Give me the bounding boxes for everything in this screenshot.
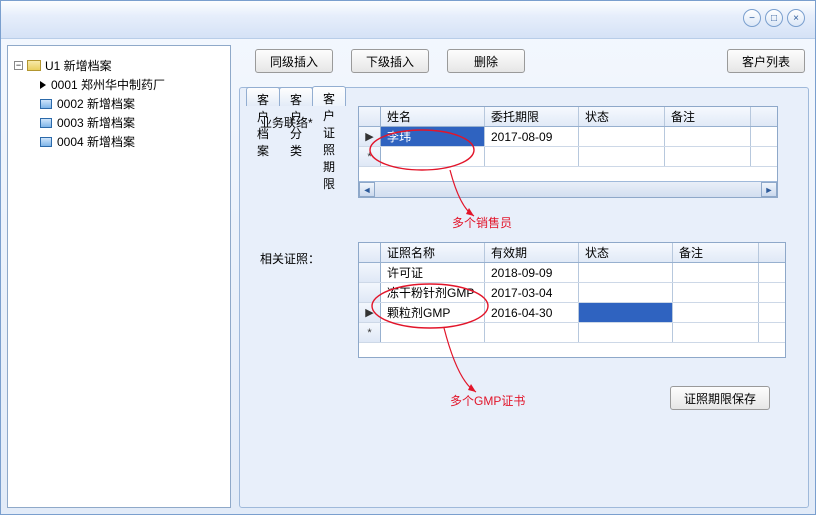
toolbar: 同级插入 下级插入 删除 客户列表: [239, 45, 809, 83]
insert-child-level-button[interactable]: 下级插入: [351, 49, 429, 73]
cell[interactable]: 2017-03-04: [485, 283, 579, 302]
insert-same-level-button[interactable]: 同级插入: [255, 49, 333, 73]
table-row[interactable]: ▶颗粒剂GMP2016-04-30: [359, 303, 785, 323]
delete-button[interactable]: 删除: [447, 49, 525, 73]
contacts-grid[interactable]: 姓名 委托期限 状态 备注 ▶ 李玮 2017-08-09: [358, 106, 778, 198]
certs-grid[interactable]: 证照名称 有效期 状态 备注 许可证2018-09-09冻干粉针剂GMP2017…: [358, 242, 786, 358]
new-row-icon: *: [359, 323, 381, 342]
cell[interactable]: [673, 263, 759, 282]
tree-node[interactable]: 0002 新增档案: [40, 94, 224, 113]
row-indicator-icon: ▶: [359, 303, 381, 322]
table-row-new[interactable]: *: [359, 147, 777, 167]
cell[interactable]: [673, 303, 759, 322]
node-icon: [40, 137, 52, 147]
cell[interactable]: [673, 283, 759, 302]
tree-node[interactable]: 0001 郑州华中制药厂: [40, 75, 224, 94]
node-icon: [40, 99, 52, 109]
tab-container: 客户档案 客户分类 客户证照期限 业务联络* 姓名 委托期限 状态: [239, 87, 809, 508]
node-icon: [40, 118, 52, 128]
tree-node-label: 0004 新增档案: [57, 133, 135, 150]
tree-node[interactable]: 0004 新增档案: [40, 132, 224, 151]
cell[interactable]: [579, 303, 673, 322]
tree-root-label: U1 新增档案: [45, 57, 112, 74]
col-cert-status[interactable]: 状态: [579, 243, 673, 262]
content-panel: 同级插入 下级插入 删除 客户列表 客户档案 客户分类 客户证照期限 业务联络*: [239, 45, 809, 508]
col-status[interactable]: 状态: [579, 107, 665, 126]
collapse-icon[interactable]: −: [14, 61, 23, 70]
col-cert-name[interactable]: 证照名称: [381, 243, 485, 262]
cell[interactable]: [579, 283, 673, 302]
grid-corner: [359, 107, 381, 126]
row-indicator-icon: [359, 263, 381, 282]
scroll-left-icon[interactable]: ◄: [359, 182, 375, 197]
cell-remark[interactable]: [665, 127, 751, 146]
app-window: − □ × − U1 新增档案 0001 郑州华中制药厂 0002 新增档案 000…: [0, 0, 816, 515]
cell[interactable]: 2016-04-30: [485, 303, 579, 322]
new-row-icon: *: [359, 147, 381, 166]
tree-root[interactable]: − U1 新增档案: [14, 56, 224, 75]
minimize-button[interactable]: −: [743, 9, 761, 27]
callout-gmp: 多个GMP证书: [450, 392, 525, 409]
cell[interactable]: [579, 263, 673, 282]
folder-icon: [27, 60, 41, 71]
arrow-icon: [40, 81, 46, 89]
cell-name[interactable]: 李玮: [381, 127, 485, 146]
cell[interactable]: 颗粒剂GMP: [381, 303, 485, 322]
cell-date[interactable]: 2017-08-09: [485, 127, 579, 146]
close-button[interactable]: ×: [787, 9, 805, 27]
tree-panel: − U1 新增档案 0001 郑州华中制药厂 0002 新增档案 0003 新增档案…: [7, 45, 231, 508]
table-row[interactable]: ▶ 李玮 2017-08-09: [359, 127, 777, 147]
grid-corner: [359, 243, 381, 262]
col-remark[interactable]: 备注: [665, 107, 751, 126]
table-row[interactable]: 许可证2018-09-09: [359, 263, 785, 283]
table-row[interactable]: 冻干粉针剂GMP2017-03-04: [359, 283, 785, 303]
contacts-label: 业务联络*: [260, 114, 313, 131]
row-indicator-icon: ▶: [359, 127, 381, 146]
cell[interactable]: 许可证: [381, 263, 485, 282]
client-list-button[interactable]: 客户列表: [727, 49, 805, 73]
col-delegate-period[interactable]: 委托期限: [485, 107, 579, 126]
save-cert-period-button[interactable]: 证照期限保存: [670, 386, 770, 410]
tree-node-label: 0001 郑州华中制药厂: [51, 76, 165, 93]
tree-node[interactable]: 0003 新增档案: [40, 113, 224, 132]
callout-salesmen: 多个销售员: [452, 214, 512, 231]
col-valid-until[interactable]: 有效期: [485, 243, 579, 262]
titlebar: − □ ×: [1, 1, 815, 39]
cell[interactable]: 冻干粉针剂GMP: [381, 283, 485, 302]
cell-status[interactable]: [579, 127, 665, 146]
certs-label: 相关证照：: [260, 250, 320, 267]
tree-node-label: 0002 新增档案: [57, 95, 135, 112]
scroll-right-icon[interactable]: ►: [761, 182, 777, 197]
maximize-button[interactable]: □: [765, 9, 783, 27]
cell[interactable]: 2018-09-09: [485, 263, 579, 282]
table-row-new[interactable]: *: [359, 323, 785, 343]
col-cert-remark[interactable]: 备注: [673, 243, 759, 262]
horizontal-scrollbar[interactable]: ◄ ►: [359, 181, 777, 197]
col-name[interactable]: 姓名: [381, 107, 485, 126]
row-indicator-icon: [359, 283, 381, 302]
tree-node-label: 0003 新增档案: [57, 114, 135, 131]
